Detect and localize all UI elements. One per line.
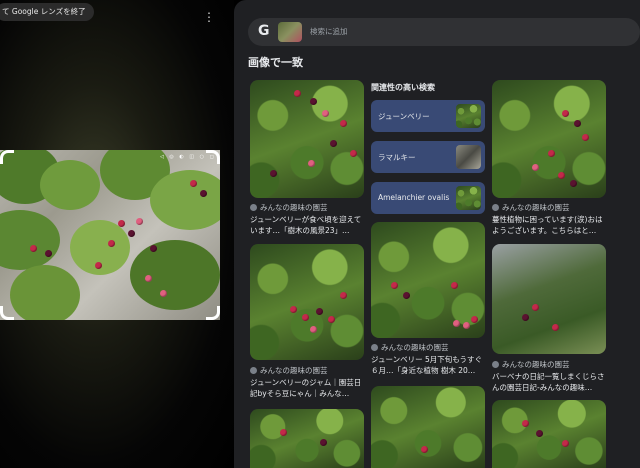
site-favicon-icon [492,361,499,368]
related-search-item[interactable]: ジューンベリー [371,100,485,132]
related-search-item[interactable]: ラマルキー [371,141,485,173]
exit-lens-button[interactable]: て Google レンズを終了 [0,3,94,21]
result-title[interactable]: ジューンベリー 5月下旬もうすぐ６月…「身近な植物 樹木 20… [371,354,487,376]
result-source[interactable]: みんなの趣味の園芸 [250,202,328,213]
crop-handle-top-left[interactable] [0,150,14,164]
result-image[interactable] [492,80,606,198]
related-search-thumbnail [456,145,481,169]
result-title[interactable]: バーベナの日記一覧しまくじらさんの園芸日記-みんなの趣味… [492,371,608,393]
crop-handle-top-right[interactable] [206,150,220,164]
screen: て Google レンズを終了 ⋮ ◁ ◎ ◐ ◫ ○ ◻ G 検索に追加 画像… [0,0,640,468]
query-image-thumbnail[interactable] [278,22,302,42]
lens-results-panel: G 検索に追加 画像で一致 みんなの趣味の園芸 ジューンベリーが食べ頃を迎えてい… [234,0,640,468]
result-image[interactable] [492,244,606,354]
result-title[interactable]: ジューンベリーのジャム｜園芸日記byそら豆にゃん｜みんな… [250,377,366,399]
result-image[interactable] [492,400,606,468]
related-search-thumbnail [456,104,481,128]
selected-image-region[interactable] [0,150,220,320]
site-favicon-icon [492,204,499,211]
related-searches-title: 関連性の高い検索 [371,83,435,92]
result-image[interactable] [250,80,364,198]
related-search-item[interactable]: Amelanchier ovalis [371,182,485,214]
section-title: 画像で一致 [248,56,303,69]
result-image[interactable] [371,386,485,468]
related-search-thumbnail [456,186,481,210]
search-bar[interactable]: G 検索に追加 [248,18,640,46]
result-source[interactable]: みんなの趣味の園芸 [492,359,570,370]
search-input[interactable]: 検索に追加 [310,26,348,37]
result-image[interactable] [371,222,485,338]
result-image[interactable] [250,244,364,360]
lens-capture-pane: て Google レンズを終了 ⋮ ◁ ◎ ◐ ◫ ○ ◻ [0,0,234,468]
result-source[interactable]: みんなの趣味の園芸 [250,365,328,376]
site-favicon-icon [250,367,257,374]
kebab-menu-icon[interactable]: ⋮ [200,8,218,26]
result-source[interactable]: みんなの趣味の園芸 [492,202,570,213]
site-favicon-icon [250,204,257,211]
result-source[interactable]: みんなの趣味の園芸 [371,342,449,353]
result-image[interactable] [250,409,364,468]
crop-handle-bottom-left[interactable] [0,306,14,320]
google-logo-icon: G [258,23,270,39]
site-favicon-icon [371,344,378,351]
result-title[interactable]: ジューンベリーが食べ頃を迎えています…「樹木の風景23」… [250,214,366,236]
result-title[interactable]: 蔓性植物に困っています(涙)おはようございます。こちらはと… [492,214,608,236]
